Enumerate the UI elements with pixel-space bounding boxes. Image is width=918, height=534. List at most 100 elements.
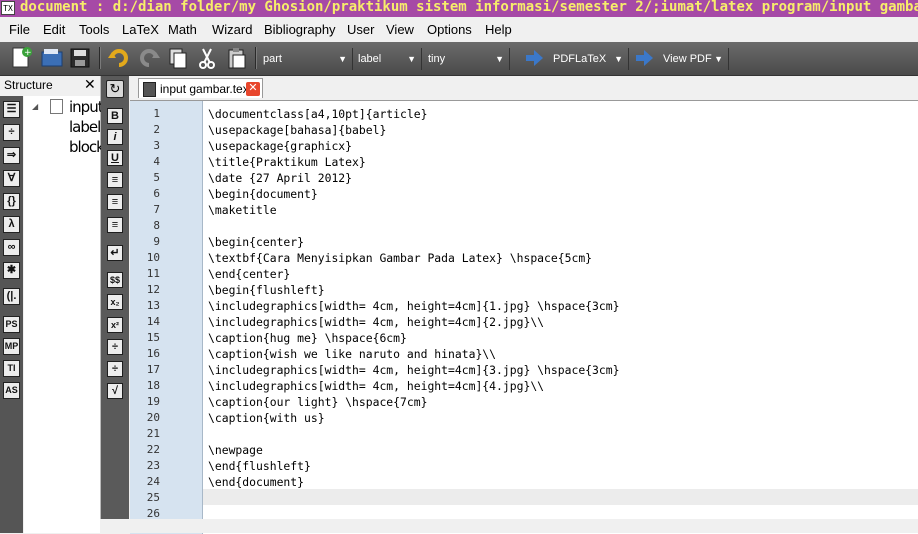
menu-help[interactable]: Help: [485, 22, 512, 37]
forall-icon[interactable]: ∀: [3, 170, 20, 187]
label-combo-value: label: [358, 53, 382, 65]
line-number: 22: [146, 443, 160, 456]
code-line[interactable]: \title{Praktikum Latex}: [208, 155, 366, 169]
align-right-icon[interactable]: ≡: [107, 217, 123, 233]
tree-node-block[interactable]: block: [69, 138, 105, 156]
section-icon[interactable]: ☰: [3, 101, 20, 118]
status-bar: [100, 519, 918, 533]
save-icon[interactable]: [68, 46, 92, 70]
as-icon[interactable]: AS: [3, 382, 20, 399]
subscript-icon[interactable]: x₂: [107, 294, 123, 310]
lambda-icon[interactable]: λ: [3, 216, 20, 233]
menu-bibliography[interactable]: Bibliography: [264, 22, 336, 37]
label-combo[interactable]: label ▼: [354, 48, 422, 70]
ps-icon[interactable]: PS: [3, 316, 20, 333]
compiler-combo-value: PDFLaTeX: [553, 53, 607, 65]
sqrt-icon[interactable]: √: [107, 383, 123, 399]
code-line[interactable]: \includegraphics[width= 4cm, height=4cm]…: [208, 379, 544, 393]
compiler-combo[interactable]: PDFLaTeX ▼: [549, 48, 629, 70]
code-line[interactable]: \includegraphics[width= 4cm, height=4cm]…: [208, 315, 544, 329]
code-line[interactable]: \end{document}: [208, 475, 304, 489]
code-line[interactable]: \usepackage[bahasa]{babel}: [208, 123, 386, 137]
tree-expander-icon[interactable]: ◢: [32, 102, 38, 111]
open-file-icon[interactable]: [40, 46, 64, 70]
line-number: 24: [146, 475, 160, 488]
ti-icon[interactable]: TI: [3, 360, 20, 377]
division-icon[interactable]: ÷: [3, 124, 20, 141]
size-combo[interactable]: tiny ▼: [424, 48, 510, 70]
underline-icon[interactable]: U: [107, 150, 123, 166]
paste-icon[interactable]: [224, 46, 248, 70]
code-line[interactable]: \caption{our light} \hspace{7cm}: [208, 395, 427, 409]
new-file-icon[interactable]: +: [10, 46, 34, 70]
code-line[interactable]: \caption{hug me} \hspace{6cm}: [208, 331, 407, 345]
copy-icon[interactable]: [166, 46, 190, 70]
dfrac-icon[interactable]: ÷: [107, 361, 123, 377]
tree-node-input[interactable]: input: [69, 98, 104, 116]
menu-wizard[interactable]: Wizard: [212, 22, 252, 37]
tab-input-gambar[interactable]: input gambar.tex ✕: [138, 78, 263, 98]
asterisk-icon[interactable]: ✱: [3, 262, 20, 279]
fraction-icon[interactable]: ÷: [107, 339, 123, 355]
redo-icon[interactable]: [137, 46, 161, 70]
menu-tools[interactable]: Tools: [79, 22, 109, 37]
code-line[interactable]: \newpage: [208, 443, 263, 457]
menu-view[interactable]: View: [386, 22, 414, 37]
menu-latex[interactable]: LaTeX: [122, 22, 159, 37]
quick-build-arrow-icon[interactable]: [523, 49, 545, 67]
structure-side-toolbar: ☰ ÷ ⇒ ∀ {} λ ∞ ✱ (|. PS MP TI AS: [0, 96, 23, 533]
line-number: 4: [153, 155, 160, 168]
close-icon[interactable]: ✕: [84, 76, 96, 93]
new-line-icon[interactable]: ↵: [107, 245, 123, 261]
code-line[interactable]: \end{center}: [208, 267, 290, 281]
menu-options[interactable]: Options: [427, 22, 472, 37]
bold-icon[interactable]: B: [107, 108, 123, 124]
braces-icon[interactable]: {}: [3, 193, 20, 210]
close-icon[interactable]: ✕: [246, 82, 260, 96]
left-right-icon[interactable]: (|.: [3, 288, 20, 305]
code-line[interactable]: \begin{center}: [208, 235, 304, 249]
align-center-icon[interactable]: ≡: [107, 194, 123, 210]
code-line[interactable]: \textbf{Cara Menyisipkan Gambar Pada Lat…: [208, 251, 592, 265]
code-line[interactable]: \includegraphics[width= 4cm, height=4cm]…: [208, 363, 619, 377]
math-mode-icon[interactable]: $$: [107, 272, 123, 288]
window-title: document : d:/dian folder/my Ghosion/pra…: [20, 0, 918, 15]
refresh-icon[interactable]: ↻: [106, 80, 124, 98]
code-line[interactable]: \documentclass[a4,10pt]{article}: [208, 107, 427, 121]
section-combo[interactable]: part ▼: [259, 48, 353, 70]
view-arrow-icon[interactable]: [633, 49, 655, 67]
line-number: 19: [146, 395, 160, 408]
viewer-combo[interactable]: View PDF ▼: [659, 48, 729, 70]
code-editor[interactable]: 1 \documentclass[a4,10pt]{article} 2 \usepa…: [130, 100, 918, 534]
line-number: 9: [153, 235, 160, 248]
document-icon: [50, 99, 63, 114]
undo-icon[interactable]: [107, 46, 131, 70]
code-line[interactable]: \includegraphics[width= 4cm, height=4cm]…: [208, 299, 619, 313]
svg-text:+: +: [24, 48, 32, 58]
menu-math[interactable]: Math: [168, 22, 197, 37]
code-line[interactable]: \begin{flushleft}: [208, 283, 325, 297]
line-number: 7: [153, 203, 160, 216]
mp-icon[interactable]: MP: [3, 338, 20, 355]
menu-edit[interactable]: Edit: [43, 22, 65, 37]
menu-user[interactable]: User: [347, 22, 374, 37]
italic-icon[interactable]: i: [107, 129, 123, 145]
code-line[interactable]: \caption{with us}: [208, 411, 325, 425]
superscript-icon[interactable]: x²: [107, 317, 123, 333]
cut-icon[interactable]: [195, 46, 219, 70]
line-number: 11: [146, 267, 160, 280]
code-line[interactable]: \begin{document}: [208, 187, 318, 201]
align-left-icon[interactable]: ≡: [107, 172, 123, 188]
menu-file[interactable]: File: [9, 22, 30, 37]
code-line[interactable]: \date {27 April 2012}: [208, 171, 352, 185]
code-line[interactable]: \end{flushleft}: [208, 459, 311, 473]
code-line[interactable]: \usepackage{graphicx}: [208, 139, 352, 153]
code-line[interactable]: \caption{wish we like naruto and hinata}…: [208, 347, 496, 361]
code-line[interactable]: \maketitle: [208, 203, 277, 217]
line-number: 1: [153, 107, 160, 120]
arrow-right-icon[interactable]: ⇒: [3, 147, 20, 164]
line-number: 5: [153, 171, 160, 184]
line-number: 20: [146, 411, 160, 424]
infinity-icon[interactable]: ∞: [3, 239, 20, 256]
tree-node-label[interactable]: label: [69, 118, 101, 136]
